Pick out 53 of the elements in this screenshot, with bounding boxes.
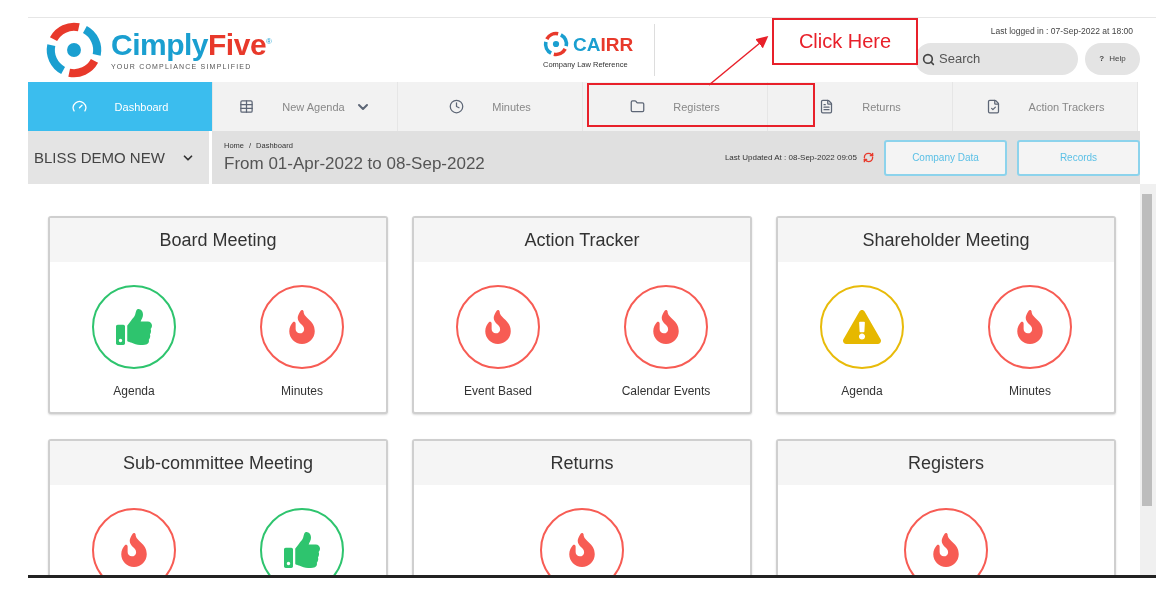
status-circle[interactable] — [624, 285, 708, 369]
status-label: Agenda — [841, 384, 883, 398]
nav-tab[interactable]: Action Trackers — [953, 82, 1138, 131]
cairr-logo-icon — [543, 31, 569, 57]
logo-icon — [45, 21, 103, 79]
table-icon — [239, 99, 255, 114]
last-logged-in: Last logged in : 07-Sep-2022 at 18:00 — [990, 25, 1134, 36]
card-title: Board Meeting — [50, 218, 386, 262]
search-icon — [922, 52, 935, 66]
status-circle[interactable] — [260, 285, 344, 369]
nav-tab[interactable]: New Agenda — [213, 82, 398, 131]
logo-wordmark: CimplyFive$^{®}$ — [111, 30, 272, 60]
company-select[interactable]: BLISS DEMO NEW — [28, 131, 212, 184]
nav-tab[interactable]: Registers — [583, 82, 768, 131]
refresh-icon[interactable] — [863, 152, 874, 163]
header-button[interactable]: Records — [1017, 139, 1140, 176]
status-circle[interactable] — [92, 285, 176, 369]
status-label: Minutes — [1009, 384, 1051, 398]
status-label: Calendar Events — [621, 384, 711, 398]
card-title: Sub-committee Meeting — [50, 441, 386, 485]
gauge-icon — [71, 99, 87, 114]
card-title: Action Tracker — [414, 218, 750, 262]
scrollbar[interactable] — [1140, 184, 1156, 575]
clock-icon — [449, 99, 465, 114]
thumbs-up-icon — [116, 309, 152, 345]
status-label: Minutes — [281, 384, 323, 398]
status-label: Event Based — [463, 384, 532, 398]
help-button[interactable]: ? Help — [1085, 42, 1140, 75]
folder-icon — [630, 99, 646, 114]
card-title: Returns — [414, 441, 750, 485]
status-label: Agenda — [113, 384, 155, 398]
cairr-wordmark: CAIRR — [573, 34, 634, 54]
header-button[interactable]: Company Data — [884, 139, 1007, 176]
thumbs-up-icon — [284, 532, 320, 568]
card-title: Shareholder Meeting — [778, 218, 1114, 262]
status-circle[interactable] — [92, 508, 176, 575]
document-icon — [819, 99, 835, 114]
document-check-icon — [985, 99, 1001, 114]
last-updated: Last Updated At : 08-Sep-2022 09:05 — [724, 153, 857, 162]
card-title: Registers — [778, 441, 1114, 485]
status-circle[interactable] — [820, 285, 904, 369]
status-circle[interactable] — [540, 508, 624, 575]
click-here-callout: Click Here — [772, 18, 918, 65]
nav-tab[interactable]: Minutes — [398, 82, 583, 131]
nav-tab[interactable]: Returns — [768, 82, 953, 131]
warning-icon — [843, 308, 881, 346]
status-circle[interactable] — [904, 508, 988, 575]
period-range: From 01-Apr-2022 to 08-Sep-2022 — [224, 154, 485, 174]
status-circle[interactable] — [260, 508, 344, 575]
status-circle[interactable] — [456, 285, 540, 369]
nav-tab[interactable]: Dashboard — [28, 82, 213, 131]
search-field[interactable]: Search — [915, 42, 1078, 75]
status-circle[interactable] — [988, 285, 1072, 369]
